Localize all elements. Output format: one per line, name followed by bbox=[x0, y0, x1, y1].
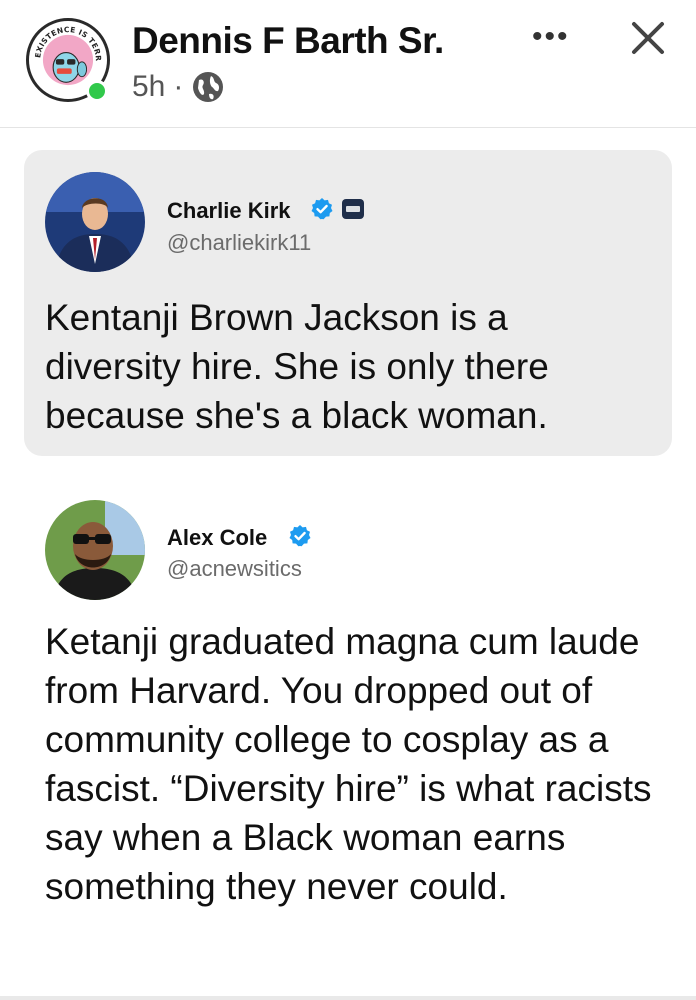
close-icon[interactable] bbox=[628, 18, 668, 58]
poster-name[interactable]: Dennis F Barth Sr. bbox=[132, 20, 444, 62]
post-meta: 5h · bbox=[132, 70, 225, 104]
online-status-dot bbox=[86, 80, 108, 102]
globe-icon[interactable] bbox=[191, 70, 225, 104]
bottom-divider bbox=[0, 996, 696, 1000]
quoted-author-handle[interactable]: @charliekirk11 bbox=[167, 230, 311, 256]
verified-icon bbox=[311, 198, 333, 220]
header-divider bbox=[0, 127, 696, 128]
quoted-tweet-card[interactable]: Charlie Kirk @charliekirk11 Kentanji Bro… bbox=[24, 150, 672, 456]
verified-icon bbox=[289, 525, 311, 547]
quoted-author-avatar[interactable] bbox=[45, 172, 145, 272]
reply-author-avatar[interactable] bbox=[45, 500, 145, 600]
organization-badge-icon bbox=[342, 199, 364, 219]
post-time[interactable]: 5h bbox=[132, 70, 165, 104]
reply-author-name[interactable]: Alex Cole bbox=[167, 525, 267, 551]
reply-author-handle[interactable]: @acnewsitics bbox=[167, 556, 302, 582]
more-options-button[interactable]: ••• bbox=[532, 20, 570, 54]
post-header: EXISTENCE IS TERRIFYING Dennis F Barth S… bbox=[0, 0, 696, 127]
meta-separator: · bbox=[173, 70, 184, 103]
quoted-author-name[interactable]: Charlie Kirk bbox=[167, 198, 291, 224]
quoted-tweet-text: Kentanji Brown Jackson is a diversity hi… bbox=[45, 297, 549, 436]
reply-tweet-text: Ketanji graduated magna cum laude from H… bbox=[45, 621, 652, 907]
